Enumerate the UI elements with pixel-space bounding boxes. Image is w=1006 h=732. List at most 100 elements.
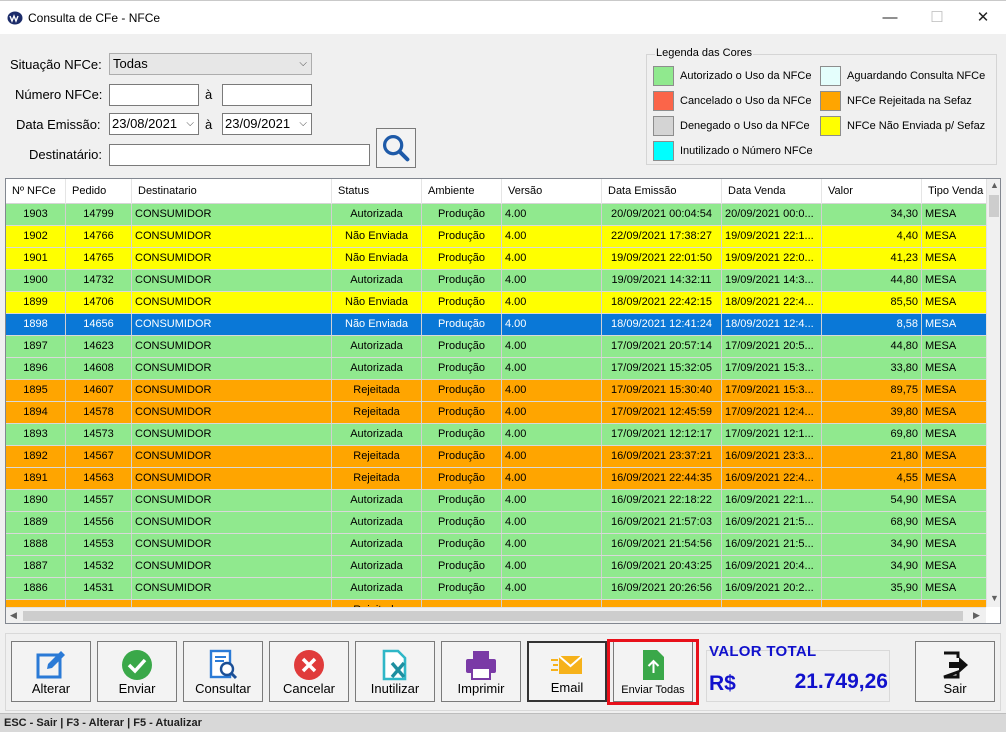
legend-swatch	[653, 116, 674, 136]
cell-destinatario: CONSUMIDOR	[132, 424, 332, 445]
chevron-down-icon[interactable]: ⌵	[299, 114, 307, 134]
table-row[interactable]: 1895 14607 CONSUMIDOR Rejeitada Produção 4.00…	[6, 380, 986, 402]
legend-label: Aguardando Consulta NFCe	[847, 70, 986, 82]
numero-to-input[interactable]	[222, 84, 312, 106]
cancelar-button[interactable]: Cancelar	[269, 641, 349, 702]
nfce-grid[interactable]: Nº NFCe Pedido Destinatario Status Ambiente V…	[5, 178, 1001, 624]
table-row[interactable]: 1887 14532 CONSUMIDOR Autorizada Produção 4.0…	[6, 556, 986, 578]
column-header-destinatario[interactable]: Destinatario	[132, 179, 332, 204]
scroll-down-icon[interactable]: ▼	[990, 593, 999, 603]
scroll-right-icon[interactable]: ▶	[973, 610, 980, 621]
table-row[interactable]: 1894 14578 CONSUMIDOR Rejeitada Produção 4.00…	[6, 402, 986, 424]
horizontal-scrollbar[interactable]: ◀ ▶	[6, 607, 986, 623]
shortcut-hints: ESC - Sair | F3 - Alterar | F5 - Atualiz…	[4, 717, 202, 729]
alterar-label: Alterar	[31, 681, 71, 696]
cell-versao: 4.00	[502, 468, 602, 489]
data-from-picker[interactable]: 23/08/2021 ⌵	[109, 113, 199, 135]
cell-ambiente: Produção	[422, 534, 502, 555]
imprimir-button[interactable]: Imprimir	[441, 641, 521, 702]
cell-pedido: 14532	[66, 556, 132, 577]
table-row[interactable]: 1899 14706 CONSUMIDOR Não Enviada Produção 4.…	[6, 292, 986, 314]
scroll-left-icon[interactable]: ◀	[10, 610, 17, 621]
cell-tipo-venda: MESA	[922, 512, 986, 533]
scroll-up-icon[interactable]: ▲	[990, 180, 999, 190]
situacao-select[interactable]: Todas ⌵	[109, 53, 312, 75]
cell-nfce: 1886	[6, 578, 66, 599]
sair-button[interactable]: Sair	[915, 641, 995, 702]
horizontal-scroll-thumb[interactable]	[23, 611, 963, 621]
cell-data-emissao: 16/09/2021 20:26:56	[602, 578, 722, 599]
table-row[interactable]: 1889 14556 CONSUMIDOR Autorizada Produção 4.0…	[6, 512, 986, 534]
table-row[interactable]: 1891 14563 CONSUMIDOR Rejeitada Produção 4.00…	[6, 468, 986, 490]
vertical-scroll-thumb[interactable]	[989, 195, 999, 217]
cell-data-venda: 18/09/2021 22:4...	[722, 292, 822, 313]
cell-status: Não Enviada	[332, 314, 422, 335]
column-header-nfce[interactable]: Nº NFCe	[6, 179, 66, 204]
grid-body[interactable]: 1903 14799 CONSUMIDOR Autorizada Produção 4.0…	[6, 204, 986, 607]
cell-nfce: 1901	[6, 248, 66, 269]
column-header-pedido[interactable]: Pedido	[66, 179, 132, 204]
table-row[interactable]: 1902 14766 CONSUMIDOR Não Enviada Produção 4.…	[6, 226, 986, 248]
cell-status: Rejeitada	[332, 402, 422, 423]
table-row[interactable]: 1896 14608 CONSUMIDOR Autorizada Produção 4.0…	[6, 358, 986, 380]
maximize-button[interactable]: ☐	[914, 1, 960, 35]
table-row[interactable]: 1903 14799 CONSUMIDOR Autorizada Produção 4.0…	[6, 204, 986, 226]
column-header-tipo[interactable]: Tipo Venda	[922, 179, 992, 204]
cell-versao: 4.00	[502, 424, 602, 445]
legend-swatch	[820, 91, 841, 111]
cell-pedido: 14573	[66, 424, 132, 445]
data-to-picker[interactable]: 23/09/2021 ⌵	[222, 113, 312, 135]
inutilizar-button[interactable]: Inutilizar	[355, 641, 435, 702]
table-row[interactable]: Rejeitada	[6, 600, 986, 607]
cell-valor: 39,80	[822, 402, 922, 423]
table-row[interactable]: 1900 14732 CONSUMIDOR Autorizada Produção 4.0…	[6, 270, 986, 292]
cell-pedido: 14553	[66, 534, 132, 555]
cell-destinatario: CONSUMIDOR	[132, 226, 332, 247]
consultar-button[interactable]: Consultar	[183, 641, 263, 702]
cell-ambiente: Produção	[422, 556, 502, 577]
cell-ambiente: Produção	[422, 270, 502, 291]
email-button[interactable]: Email	[527, 641, 607, 702]
cell-tipo-venda: MESA	[922, 468, 986, 489]
cell-versao: 4.00	[502, 490, 602, 511]
cell-versao: 4.00	[502, 358, 602, 379]
column-header-ambiente[interactable]: Ambiente	[422, 179, 502, 204]
cell-tipo-venda: MESA	[922, 534, 986, 555]
cell-data-emissao: 19/09/2021 14:32:11	[602, 270, 722, 291]
vertical-scrollbar[interactable]: ▲ ▼	[986, 179, 1000, 607]
cell-data-venda: 18/09/2021 12:4...	[722, 314, 822, 335]
imprimir-label: Imprimir	[457, 681, 505, 696]
cell-data-venda: 17/09/2021 20:5...	[722, 336, 822, 357]
minimize-button[interactable]: —	[867, 1, 913, 35]
cell-ambiente: Produção	[422, 402, 502, 423]
column-header-emissao[interactable]: Data Emissão	[602, 179, 722, 204]
cell-destinatario	[132, 600, 332, 607]
table-row[interactable]: 1892 14567 CONSUMIDOR Rejeitada Produção 4.00…	[6, 446, 986, 468]
column-header-status[interactable]: Status	[332, 179, 422, 204]
numero-from-input[interactable]	[109, 84, 199, 106]
table-row[interactable]: 1897 14623 CONSUMIDOR Autorizada Produção 4.0…	[6, 336, 986, 358]
cell-ambiente: Produção	[422, 248, 502, 269]
table-row[interactable]: 1901 14765 CONSUMIDOR Não Enviada Produção 4.…	[6, 248, 986, 270]
alterar-button[interactable]: Alterar	[11, 641, 91, 702]
table-row[interactable]: 1898 14656 CONSUMIDOR Não Enviada Produção 4.…	[6, 314, 986, 336]
table-row[interactable]: 1886 14531 CONSUMIDOR Autorizada Produção 4.0…	[6, 578, 986, 600]
table-row[interactable]: 1890 14557 CONSUMIDOR Autorizada Produção 4.0…	[6, 490, 986, 512]
cell-data-emissao: 17/09/2021 12:45:59	[602, 402, 722, 423]
column-header-versao[interactable]: Versão	[502, 179, 602, 204]
table-row[interactable]: 1893 14573 CONSUMIDOR Autorizada Produção 4.0…	[6, 424, 986, 446]
close-button[interactable]: ✕	[960, 1, 1006, 35]
chevron-down-icon[interactable]: ⌵	[186, 114, 194, 134]
cell-ambiente: Produção	[422, 358, 502, 379]
column-header-valor[interactable]: Valor	[822, 179, 922, 204]
cell-tipo-venda: MESA	[922, 226, 986, 247]
table-row[interactable]: 1888 14553 CONSUMIDOR Autorizada Produção 4.0…	[6, 534, 986, 556]
cell-pedido: 14567	[66, 446, 132, 467]
cell-status: Rejeitada	[332, 380, 422, 401]
destinatario-input[interactable]	[109, 144, 370, 166]
column-header-venda[interactable]: Data Venda	[722, 179, 822, 204]
cell-data-emissao: 16/09/2021 22:44:35	[602, 468, 722, 489]
enviar-button[interactable]: Enviar	[97, 641, 177, 702]
cell-destinatario: CONSUMIDOR	[132, 292, 332, 313]
search-button[interactable]	[376, 128, 416, 168]
